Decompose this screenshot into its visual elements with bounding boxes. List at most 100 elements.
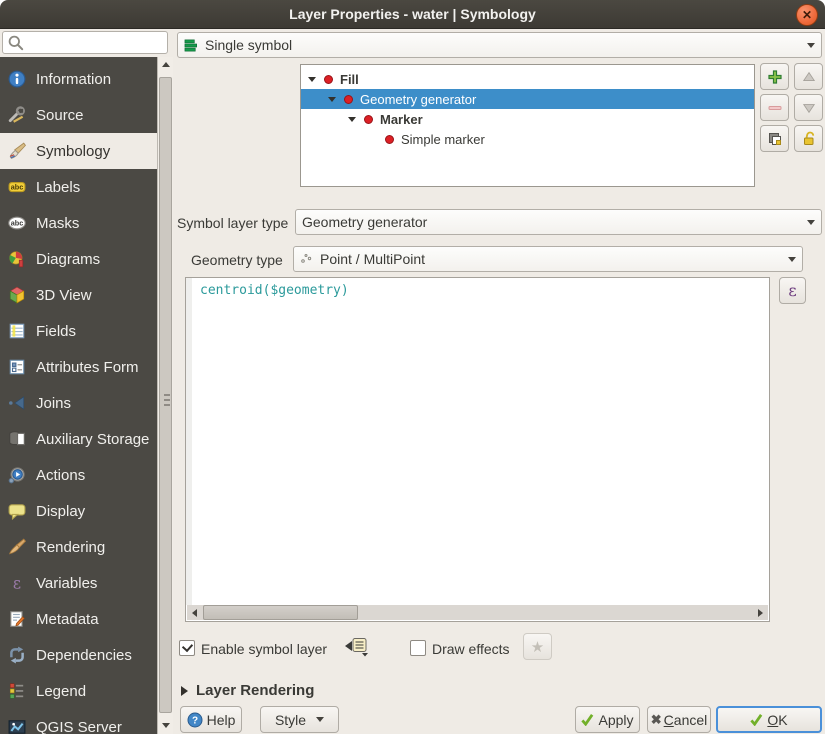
sidebar-item-label: Dependencies xyxy=(36,647,132,664)
chevron-down-icon xyxy=(788,257,796,262)
sidebar-item-label: Joins xyxy=(36,395,71,412)
scroll-down-icon[interactable] xyxy=(161,723,170,728)
enable-symbol-layer-checkbox[interactable] xyxy=(179,640,195,656)
layer-rendering-expander[interactable]: Layer Rendering xyxy=(181,682,314,699)
3d-view-icon xyxy=(8,286,26,304)
sidebar-item-labels[interactable]: abc Labels xyxy=(0,169,157,205)
expand-icon[interactable] xyxy=(328,97,336,102)
customize-effects-button[interactable]: ★ xyxy=(523,633,552,660)
symbol-layer-tree[interactable]: Fill Geometry generator Marker Simple ma… xyxy=(300,64,755,187)
sidebar-item-qgis-server[interactable]: QGIS Server xyxy=(0,709,157,734)
geometry-type-value: Point / MultiPoint xyxy=(320,251,425,267)
sidebar-item-fields[interactable]: Fields xyxy=(0,313,157,349)
svg-text:abc: abc xyxy=(11,219,24,228)
expression-editor[interactable]: centroid($geometry) xyxy=(185,277,770,622)
draw-effects-checkbox[interactable] xyxy=(410,640,426,656)
qgis-server-icon xyxy=(8,718,26,734)
remove-symbol-layer-button[interactable] xyxy=(760,94,789,121)
sidebar-item-label: Display xyxy=(36,503,85,520)
sidebar-item-label: Rendering xyxy=(36,539,105,556)
close-icon[interactable]: ✕ xyxy=(796,4,818,26)
x-icon: ✖ xyxy=(651,712,662,728)
sidebar-item-symbology[interactable]: Symbology xyxy=(0,133,157,169)
sidebar-item-legend[interactable]: Legend xyxy=(0,673,157,709)
svg-text:abc: abc xyxy=(11,183,24,192)
layer-properties-dialog: Layer Properties - water | Symbology ✕ I… xyxy=(0,0,825,734)
lock-colors-button[interactable] xyxy=(794,125,823,152)
symbol-dot-icon xyxy=(385,135,394,144)
display-icon xyxy=(8,502,26,520)
editor-scrollbar-thumb[interactable] xyxy=(203,605,358,620)
svg-text:?: ? xyxy=(192,715,198,726)
data-defined-override-icon[interactable] xyxy=(344,637,370,657)
svg-text:ε: ε xyxy=(13,574,21,592)
sidebar-item-label: Attributes Form xyxy=(36,359,139,376)
renderer-combo[interactable]: Single symbol xyxy=(177,32,822,58)
help-button[interactable]: ? Help xyxy=(180,706,242,733)
single-symbol-icon xyxy=(184,38,199,53)
sidebar-item-label: Legend xyxy=(36,683,86,700)
sidebar-item-diagrams[interactable]: Diagrams xyxy=(0,241,157,277)
scrollbar-grip xyxy=(164,394,170,408)
tree-row-geometry-generator[interactable]: Geometry generator xyxy=(301,89,754,109)
geometry-type-combo[interactable]: Point / MultiPoint xyxy=(293,246,803,272)
sidebar-item-information[interactable]: Information xyxy=(0,61,157,97)
titlebar: Layer Properties - water | Symbology ✕ xyxy=(0,0,825,29)
chevron-down-icon xyxy=(807,220,815,225)
cancel-button[interactable]: ✖ Cancel xyxy=(647,706,711,733)
ok-button[interactable]: OK xyxy=(716,706,822,733)
geometry-type-label: Geometry type xyxy=(191,252,283,268)
sidebar-item-label: Information xyxy=(36,71,111,88)
sidebar-item-label: Metadata xyxy=(36,611,99,628)
tree-row-marker[interactable]: Marker xyxy=(301,109,754,129)
tree-row-fill[interactable]: Fill xyxy=(301,69,754,89)
symbol-layer-type-combo[interactable]: Geometry generator xyxy=(295,209,822,235)
apply-button[interactable]: Apply xyxy=(575,706,640,733)
sidebar-item-3d-view[interactable]: 3D View xyxy=(0,277,157,313)
diagrams-icon xyxy=(8,250,26,268)
sidebar-item-masks[interactable]: abc Masks xyxy=(0,205,157,241)
sidebar-item-metadata[interactable]: Metadata xyxy=(0,601,157,637)
source-icon xyxy=(8,106,26,124)
arrow-down-icon xyxy=(802,101,816,115)
sidebar-item-variables[interactable]: ε Variables xyxy=(0,565,157,601)
sidebar-item-auxiliary-storage[interactable]: Auxiliary Storage xyxy=(0,421,157,457)
sidebar-item-label: Labels xyxy=(36,179,80,196)
masks-icon: abc xyxy=(8,214,26,232)
help-icon: ? xyxy=(187,712,203,728)
search-input[interactable] xyxy=(25,34,159,51)
sidebar-item-attributes-form[interactable]: Attributes Form xyxy=(0,349,157,385)
expand-icon[interactable] xyxy=(348,117,356,122)
sidebar-item-source[interactable]: Source xyxy=(0,97,157,133)
expression-builder-button[interactable]: ε xyxy=(779,277,806,304)
sidebar-item-actions[interactable]: Actions xyxy=(0,457,157,493)
move-up-button[interactable] xyxy=(794,63,823,90)
duplicate-icon xyxy=(767,131,783,147)
expand-icon[interactable] xyxy=(308,77,316,82)
editor-horizontal-scrollbar[interactable] xyxy=(187,605,768,620)
sidebar-item-joins[interactable]: Joins xyxy=(0,385,157,421)
sidebar-scrollbar[interactable] xyxy=(157,57,173,734)
expression-code[interactable]: centroid($geometry) xyxy=(200,283,349,298)
symbol-layer-type-value: Geometry generator xyxy=(302,214,427,230)
tree-row-label: Geometry generator xyxy=(360,92,476,107)
scroll-up-icon[interactable] xyxy=(161,62,170,67)
move-down-button[interactable] xyxy=(794,94,823,121)
renderer-value: Single symbol xyxy=(205,37,292,53)
sidebar-item-label: Source xyxy=(36,107,84,124)
style-button[interactable]: Style xyxy=(260,706,339,733)
sidebar-item-dependencies[interactable]: Dependencies xyxy=(0,637,157,673)
sidebar-item-display[interactable]: Display xyxy=(0,493,157,529)
sidebar-item-label: Diagrams xyxy=(36,251,100,268)
duplicate-symbol-layer-button[interactable] xyxy=(760,125,789,152)
search-box[interactable] xyxy=(2,31,168,54)
tree-row-simple-marker[interactable]: Simple marker xyxy=(301,129,754,149)
sidebar-item-label: Fields xyxy=(36,323,76,340)
sidebar-scrollbar-thumb[interactable] xyxy=(159,77,172,713)
sidebar-item-rendering[interactable]: Rendering xyxy=(0,529,157,565)
add-symbol-layer-button[interactable] xyxy=(760,63,789,90)
scroll-right-icon[interactable] xyxy=(753,605,768,620)
sidebar-item-label: QGIS Server xyxy=(36,719,122,734)
scroll-left-icon[interactable] xyxy=(187,605,202,620)
labels-icon: abc xyxy=(8,178,26,196)
